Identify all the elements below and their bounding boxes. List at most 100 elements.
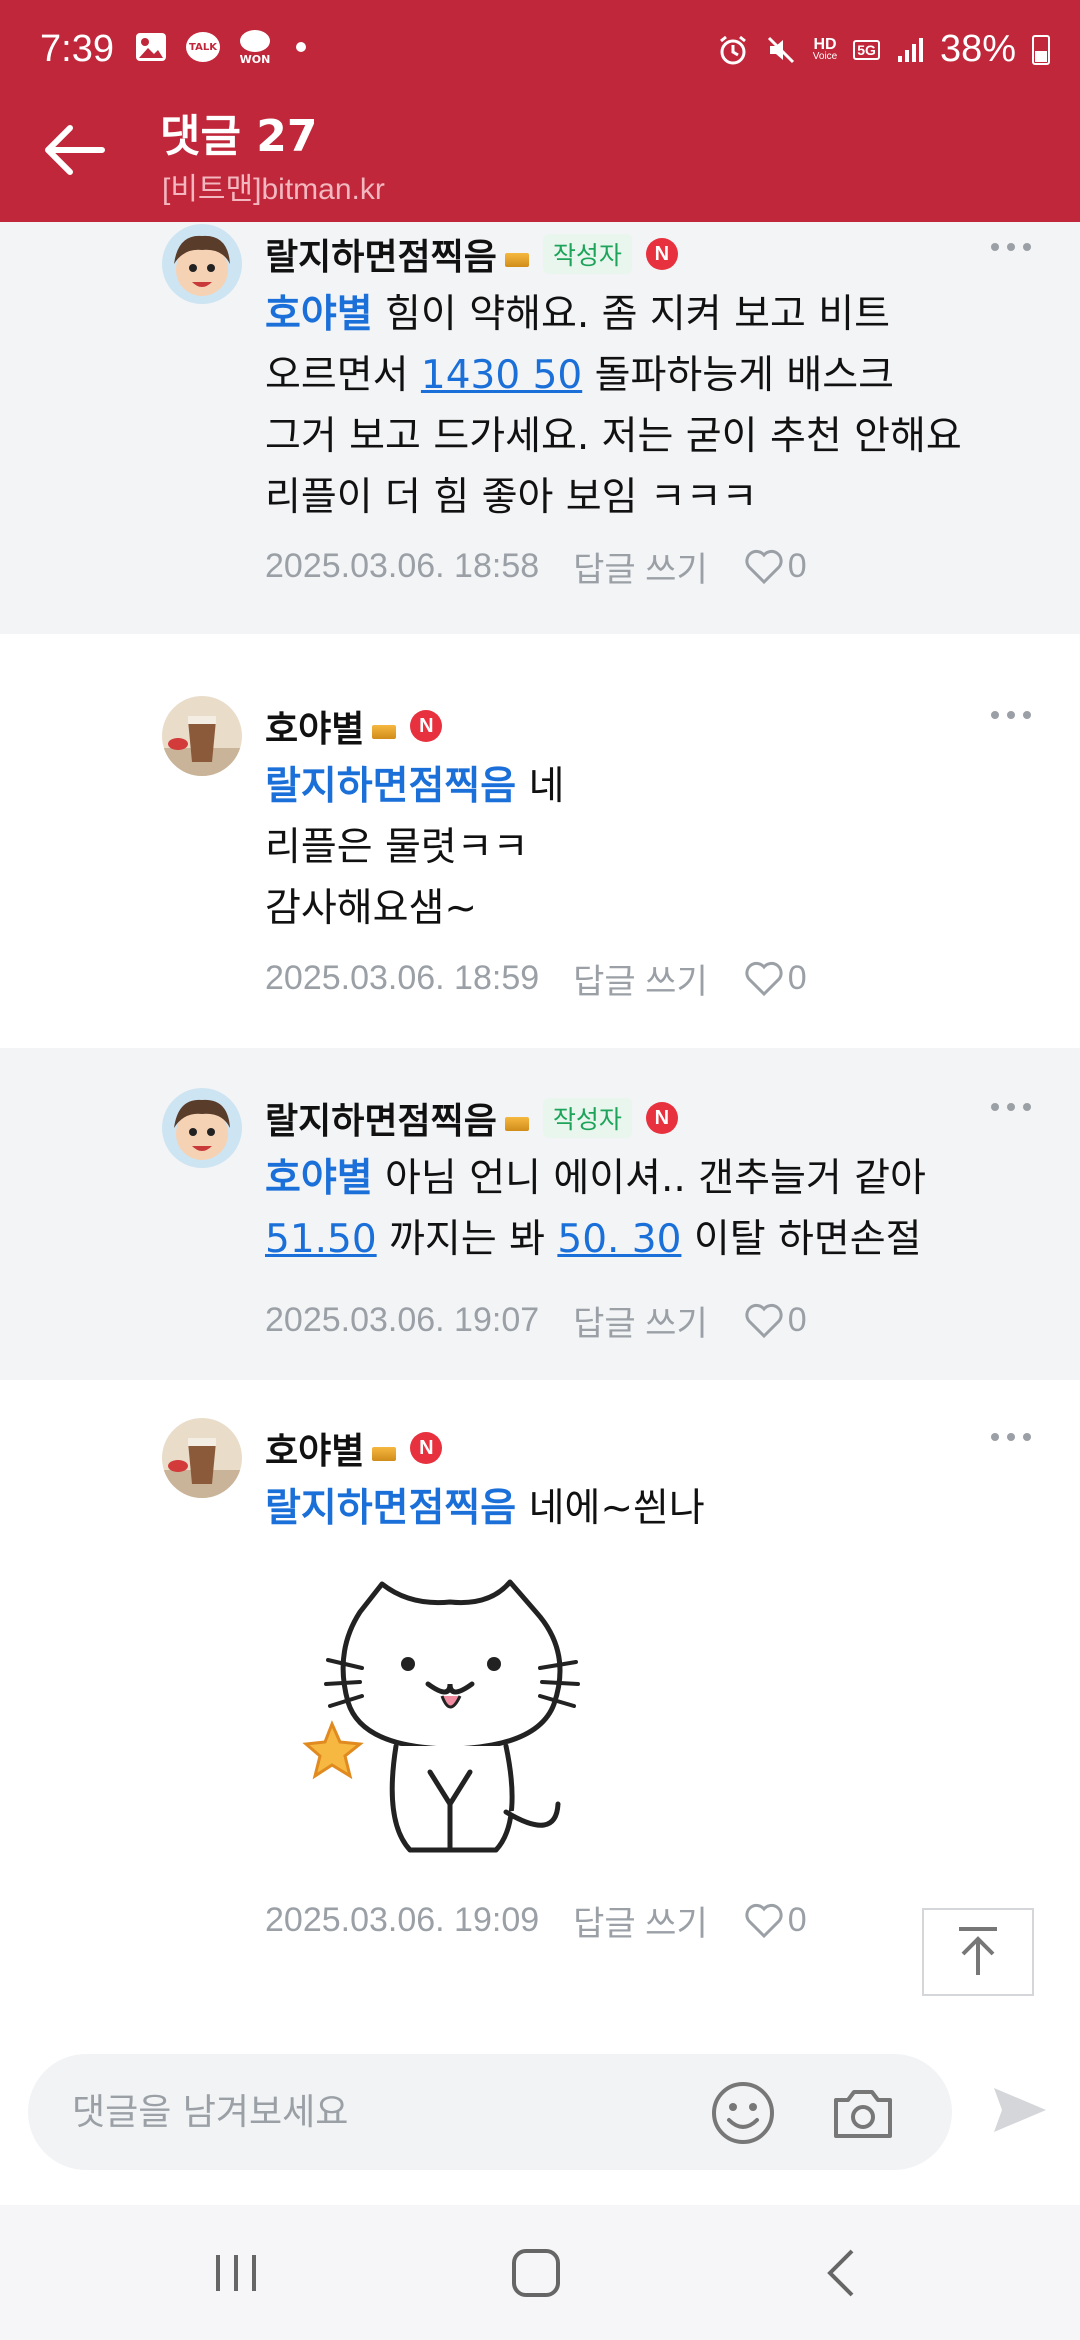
- camera-icon[interactable]: [830, 2080, 896, 2146]
- writer-badge: 작성자: [542, 1098, 632, 1138]
- number-link[interactable]: 1430 50: [421, 353, 582, 398]
- back-arrow-icon[interactable]: [40, 122, 110, 178]
- new-badge: N: [645, 238, 678, 270]
- system-nav-bar: [0, 2205, 1080, 2340]
- writer-badge: 작성자: [542, 234, 632, 274]
- like-button[interactable]: 0: [744, 547, 807, 586]
- mention-link[interactable]: 랄지하면점찍음: [265, 1486, 516, 1531]
- home-icon[interactable]: [506, 2245, 566, 2301]
- recents-icon[interactable]: [206, 2245, 266, 2301]
- battery-percent: 38%: [939, 28, 1016, 70]
- reply-button[interactable]: 답글 쓰기: [573, 954, 708, 1003]
- scroll-to-top-button[interactable]: [922, 1908, 1034, 1996]
- comment-body: 랄지하면점찍음 네 리플은 물렷ㅋㅋ 감사해요샘~: [265, 756, 1025, 939]
- comment-text: 이탈 하면손절: [681, 1217, 922, 1262]
- avatar[interactable]: [162, 696, 242, 776]
- hd-voice-icon: HD Voice: [812, 35, 838, 63]
- comment-line: 그거 보고 드가세요. 저는 굳이 추천 안해요: [265, 414, 962, 459]
- comment-input-bar: [0, 2020, 1080, 2205]
- battery-icon: [1032, 34, 1050, 65]
- author-row: 호야별 N: [265, 1422, 443, 1474]
- comment-text: 오르면서: [265, 353, 421, 398]
- emoji-icon[interactable]: [710, 2080, 776, 2146]
- comment-text: 돌파하능게 배스크: [582, 353, 895, 398]
- author-row: 호야별 N: [265, 700, 443, 752]
- comment-line: 51.50 까지는 봐 50. 30 이탈 하면손절: [265, 1209, 1025, 1270]
- reply-button[interactable]: 답글 쓰기: [573, 542, 708, 591]
- send-icon[interactable]: [990, 2080, 1050, 2140]
- comment-date: 2025.03.06. 19:07: [265, 1301, 540, 1339]
- comment-date: 2025.03.06. 18:59: [265, 959, 540, 997]
- more-options-icon[interactable]: [986, 700, 1036, 730]
- notification-icons: TALK WON: [134, 29, 306, 65]
- comment-text: 네에~씐나: [516, 1486, 705, 1531]
- like-count: 0: [787, 547, 807, 585]
- alarm-icon: [719, 35, 746, 64]
- author-name[interactable]: 호야별: [265, 700, 364, 752]
- author-row: 랄지하면점찍음 작성자 N: [265, 228, 678, 280]
- comment-input[interactable]: [72, 2086, 672, 2138]
- kakaotalk-icon: TALK: [186, 30, 220, 64]
- comment-input-pill: [28, 2054, 952, 2170]
- author-row: 랄지하면점찍음 작성자 N: [265, 1092, 678, 1144]
- number-link[interactable]: 51.50: [265, 1217, 377, 1262]
- gallery-icon: [134, 30, 168, 64]
- mute-icon: [767, 36, 794, 63]
- number-link[interactable]: 50. 30: [557, 1217, 681, 1262]
- mention-link[interactable]: 랄지하면점찍음: [265, 764, 516, 809]
- like-button[interactable]: 0: [744, 1301, 807, 1340]
- status-right-icons: HD Voice 5G 38%: [717, 28, 1050, 71]
- reply-button[interactable]: 답글 쓰기: [573, 1896, 708, 1945]
- more-options-icon[interactable]: [986, 1422, 1036, 1452]
- mention-link[interactable]: 호야별: [265, 292, 373, 337]
- more-notifications-dot: [296, 42, 306, 52]
- heart-icon: [745, 1303, 783, 1338]
- comment-text: 힘이 약해요. 좀 지켜 보고 비트: [372, 292, 890, 337]
- comment-item: 호야별 N 랄지하면점찍음 네에~씐나 2025.03.06. 19:09 답글…: [0, 1380, 1080, 2006]
- author-name[interactable]: 랄지하면점찍음: [265, 1092, 497, 1144]
- comment-item: 랄지하면점찍음 작성자 N 호야별 힘이 약해요. 좀 지켜 보고 비트 오르면…: [0, 222, 1080, 634]
- 5g-icon: 5G: [853, 39, 880, 60]
- status-time: 7:39: [40, 28, 114, 70]
- more-options-icon[interactable]: [986, 232, 1036, 262]
- divider: [0, 634, 1080, 658]
- comment-body: 호야별 힘이 약해요. 좀 지켜 보고 비트 오르면서 1430 50 돌파하능…: [265, 284, 1025, 528]
- status-bar: 7:39 TALK WON HD Voice 5G 38%: [0, 0, 1080, 100]
- medal-icon: [504, 1117, 529, 1131]
- app-header: 7:39 TALK WON HD Voice 5G 38% 댓글 27 [비트맨]…: [0, 0, 1080, 222]
- page-subtitle[interactable]: [비트맨]bitman.kr: [162, 164, 385, 208]
- signal-icon: [897, 37, 923, 62]
- comment-meta: 2025.03.06. 18:59 답글 쓰기 0: [265, 954, 807, 1003]
- comment-meta: 2025.03.06. 19:07 답글 쓰기 0: [265, 1296, 807, 1345]
- comment-line: 호야별 힘이 약해요. 좀 지켜 보고 비트: [265, 284, 1025, 345]
- avatar[interactable]: [162, 1088, 242, 1168]
- new-badge: N: [410, 710, 443, 742]
- medal-icon: [504, 253, 529, 267]
- like-button[interactable]: 0: [744, 959, 807, 998]
- avatar[interactable]: [162, 224, 242, 304]
- comment-meta: 2025.03.06. 19:09 답글 쓰기 0: [265, 1896, 807, 1945]
- new-badge: N: [645, 1102, 678, 1134]
- author-name[interactable]: 랄지하면점찍음: [265, 228, 497, 280]
- author-name[interactable]: 호야별: [265, 1422, 364, 1474]
- heart-icon: [745, 549, 783, 584]
- comment-meta: 2025.03.06. 18:58 답글 쓰기 0: [265, 542, 807, 591]
- comment-date: 2025.03.06. 18:58: [265, 547, 540, 585]
- comment-line: 감사해요샘~: [265, 886, 478, 931]
- reply-button[interactable]: 답글 쓰기: [573, 1296, 708, 1345]
- comment-date: 2025.03.06. 19:09: [265, 1901, 540, 1939]
- comment-item: 호야별 N 랄지하면점찍음 네 리플은 물렷ㅋㅋ 감사해요샘~ 2025.03.…: [0, 658, 1080, 1048]
- page-title: 댓글 27: [160, 111, 318, 162]
- mention-link[interactable]: 호야별: [265, 1156, 373, 1201]
- more-options-icon[interactable]: [986, 1092, 1036, 1122]
- like-count: 0: [787, 1901, 807, 1939]
- heart-icon: [745, 961, 783, 996]
- back-icon[interactable]: [812, 2245, 872, 2301]
- cat-sticker: [302, 1579, 580, 1853]
- comment-item: 랄지하면점찍음 작성자 N 호야별 아님 언니 에이셔.. 갠추늘거 같아 51…: [0, 1048, 1080, 1380]
- comment-line: 호야별 아님 언니 에이셔.. 갠추늘거 같아: [265, 1148, 1025, 1209]
- comment-line: 리플은 물렷ㅋㅋ: [265, 825, 529, 870]
- like-button[interactable]: 0: [744, 1901, 807, 1940]
- comment-line: 리플이 더 힘 좋아 보임 ㅋㅋㅋ: [265, 475, 758, 520]
- avatar[interactable]: [162, 1418, 242, 1498]
